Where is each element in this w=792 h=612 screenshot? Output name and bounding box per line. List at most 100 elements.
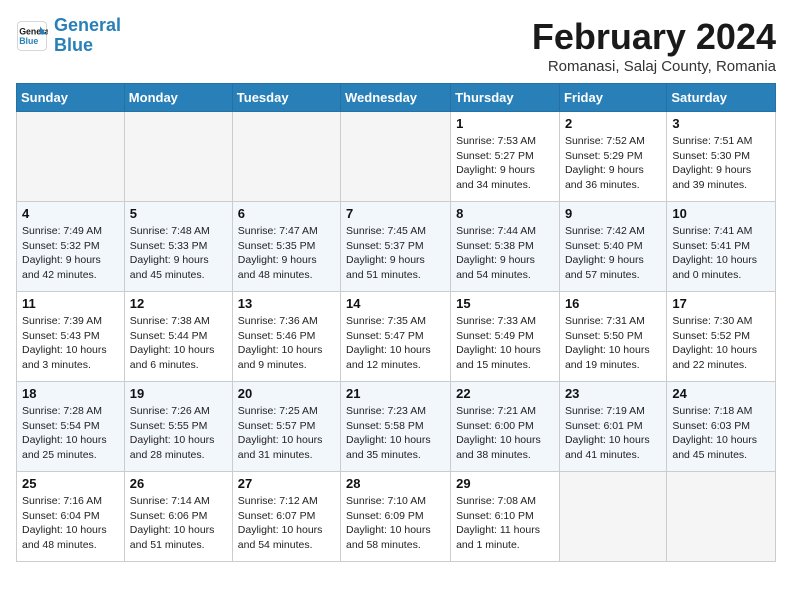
calendar-cell: 21 Sunrise: 7:23 AMSunset: 5:58 PMDayligh… [341, 382, 451, 472]
calendar-cell: 1 Sunrise: 7:53 AMSunset: 5:27 PMDaylight… [451, 112, 560, 202]
day-detail: Sunrise: 7:18 AMSunset: 6:03 PMDaylight:… [672, 404, 770, 463]
day-detail: Sunrise: 7:39 AMSunset: 5:43 PMDaylight:… [22, 314, 119, 373]
calendar-cell: 14 Sunrise: 7:35 AMSunset: 5:47 PMDayligh… [341, 292, 451, 382]
day-detail: Sunrise: 7:28 AMSunset: 5:54 PMDaylight:… [22, 404, 119, 463]
day-number: 12 [130, 296, 227, 311]
day-detail: Sunrise: 7:41 AMSunset: 5:41 PMDaylight:… [672, 224, 770, 283]
calendar-table: SundayMondayTuesdayWednesdayThursdayFrid… [16, 83, 776, 562]
day-header-tuesday: Tuesday [232, 84, 340, 112]
day-number: 3 [672, 116, 770, 131]
day-detail: Sunrise: 7:49 AMSunset: 5:32 PMDaylight:… [22, 224, 119, 283]
calendar-cell: 7 Sunrise: 7:45 AMSunset: 5:37 PMDaylight… [341, 202, 451, 292]
day-number: 11 [22, 296, 119, 311]
day-number: 5 [130, 206, 227, 221]
day-detail: Sunrise: 7:45 AMSunset: 5:37 PMDaylight:… [346, 224, 445, 283]
calendar-cell: 15Sunrise: 7:33 AMSunset: 5:49 PMDayligh… [451, 292, 560, 382]
calendar-cell: 19 Sunrise: 7:26 AMSunset: 5:55 PMDayligh… [124, 382, 232, 472]
calendar-cell: 4 Sunrise: 7:49 AMSunset: 5:32 PMDaylight… [17, 202, 125, 292]
logo-text: GeneralBlue [54, 16, 121, 56]
day-number: 13 [238, 296, 335, 311]
calendar-cell [124, 112, 232, 202]
day-detail: Sunrise: 7:14 AMSunset: 6:06 PMDaylight:… [130, 494, 227, 553]
day-number: 4 [22, 206, 119, 221]
calendar-cell: 23 Sunrise: 7:19 AMSunset: 6:01 PMDayligh… [559, 382, 666, 472]
calendar-header-row: SundayMondayTuesdayWednesdayThursdayFrid… [17, 84, 776, 112]
day-detail: Sunrise: 7:26 AMSunset: 5:55 PMDaylight:… [130, 404, 227, 463]
day-number: 20 [238, 386, 335, 401]
day-number: 8 [456, 206, 554, 221]
day-detail: Sunrise: 7:12 AMSunset: 6:07 PMDaylight:… [238, 494, 335, 553]
day-number: 6 [238, 206, 335, 221]
location-subtitle: Romanasi, Salaj County, Romania [532, 58, 776, 75]
day-number: 25 [22, 476, 119, 491]
calendar-cell: 22 Sunrise: 7:21 AMSunset: 6:00 PMDayligh… [451, 382, 560, 472]
day-number: 29 [456, 476, 554, 491]
day-number: 23 [565, 386, 661, 401]
day-number: 28 [346, 476, 445, 491]
day-number: 9 [565, 206, 661, 221]
day-number: 14 [346, 296, 445, 311]
calendar-cell: 8 Sunrise: 7:44 AMSunset: 5:38 PMDaylight… [451, 202, 560, 292]
calendar-cell [559, 472, 666, 562]
day-detail: Sunrise: 7:38 AMSunset: 5:44 PMDaylight:… [130, 314, 227, 373]
day-number: 7 [346, 206, 445, 221]
day-detail: Sunrise: 7:35 AMSunset: 5:47 PMDaylight:… [346, 314, 445, 373]
day-number: 22 [456, 386, 554, 401]
calendar-cell [667, 472, 776, 562]
day-detail: Sunrise: 7:53 AMSunset: 5:27 PMDaylight:… [456, 134, 554, 193]
calendar-cell: 13 Sunrise: 7:36 AMSunset: 5:46 PMDayligh… [232, 292, 340, 382]
calendar-cell: 25Sunrise: 7:16 AMSunset: 6:04 PMDayligh… [17, 472, 125, 562]
day-header-monday: Monday [124, 84, 232, 112]
day-detail: Sunrise: 7:30 AMSunset: 5:52 PMDaylight:… [672, 314, 770, 373]
calendar-week-4: 18Sunrise: 7:28 AMSunset: 5:54 PMDayligh… [17, 382, 776, 472]
header: General Blue GeneralBlue February 2024 R… [16, 16, 776, 75]
day-header-sunday: Sunday [17, 84, 125, 112]
calendar-cell [17, 112, 125, 202]
calendar-cell: 9Sunrise: 7:42 AMSunset: 5:40 PMDaylight… [559, 202, 666, 292]
day-detail: Sunrise: 7:36 AMSunset: 5:46 PMDaylight:… [238, 314, 335, 373]
calendar-cell: 26 Sunrise: 7:14 AMSunset: 6:06 PMDayligh… [124, 472, 232, 562]
day-number: 10 [672, 206, 770, 221]
day-header-friday: Friday [559, 84, 666, 112]
day-number: 27 [238, 476, 335, 491]
calendar-cell: 6Sunrise: 7:47 AMSunset: 5:35 PMDaylight… [232, 202, 340, 292]
calendar-cell: 12 Sunrise: 7:38 AMSunset: 5:44 PMDayligh… [124, 292, 232, 382]
day-detail: Sunrise: 7:23 AMSunset: 5:58 PMDaylight:… [346, 404, 445, 463]
calendar-cell: 16Sunrise: 7:31 AMSunset: 5:50 PMDayligh… [559, 292, 666, 382]
day-number: 1 [456, 116, 554, 131]
day-number: 21 [346, 386, 445, 401]
calendar-body: 1 Sunrise: 7:53 AMSunset: 5:27 PMDaylight… [17, 112, 776, 562]
day-detail: Sunrise: 7:08 AMSunset: 6:10 PMDaylight:… [456, 494, 554, 553]
day-number: 24 [672, 386, 770, 401]
calendar-cell: 28 Sunrise: 7:10 AMSunset: 6:09 PMDayligh… [341, 472, 451, 562]
calendar-week-2: 4 Sunrise: 7:49 AMSunset: 5:32 PMDaylight… [17, 202, 776, 292]
calendar-cell [232, 112, 340, 202]
calendar-week-5: 25Sunrise: 7:16 AMSunset: 6:04 PMDayligh… [17, 472, 776, 562]
day-detail: Sunrise: 7:44 AMSunset: 5:38 PMDaylight:… [456, 224, 554, 283]
day-detail: Sunrise: 7:19 AMSunset: 6:01 PMDaylight:… [565, 404, 661, 463]
calendar-cell: 10 Sunrise: 7:41 AMSunset: 5:41 PMDayligh… [667, 202, 776, 292]
day-detail: Sunrise: 7:31 AMSunset: 5:50 PMDaylight:… [565, 314, 661, 373]
day-detail: Sunrise: 7:10 AMSunset: 6:09 PMDaylight:… [346, 494, 445, 553]
calendar-week-3: 11 Sunrise: 7:39 AMSunset: 5:43 PMDayligh… [17, 292, 776, 382]
day-number: 2 [565, 116, 661, 131]
month-title: February 2024 [532, 16, 776, 58]
calendar-cell: 5Sunrise: 7:48 AMSunset: 5:33 PMDaylight… [124, 202, 232, 292]
calendar-week-1: 1 Sunrise: 7:53 AMSunset: 5:27 PMDaylight… [17, 112, 776, 202]
day-number: 15 [456, 296, 554, 311]
day-detail: Sunrise: 7:21 AMSunset: 6:00 PMDaylight:… [456, 404, 554, 463]
day-detail: Sunrise: 7:51 AMSunset: 5:30 PMDaylight:… [672, 134, 770, 193]
day-number: 26 [130, 476, 227, 491]
day-number: 17 [672, 296, 770, 311]
logo: General Blue GeneralBlue [16, 16, 121, 56]
svg-text:Blue: Blue [19, 36, 38, 46]
calendar-cell: 27 Sunrise: 7:12 AMSunset: 6:07 PMDayligh… [232, 472, 340, 562]
calendar-cell: 3 Sunrise: 7:51 AMSunset: 5:30 PMDaylight… [667, 112, 776, 202]
day-header-wednesday: Wednesday [341, 84, 451, 112]
calendar-cell [341, 112, 451, 202]
calendar-cell: 29 Sunrise: 7:08 AMSunset: 6:10 PMDayligh… [451, 472, 560, 562]
day-detail: Sunrise: 7:52 AMSunset: 5:29 PMDaylight:… [565, 134, 661, 193]
calendar-cell: 18Sunrise: 7:28 AMSunset: 5:54 PMDayligh… [17, 382, 125, 472]
day-number: 19 [130, 386, 227, 401]
day-header-saturday: Saturday [667, 84, 776, 112]
